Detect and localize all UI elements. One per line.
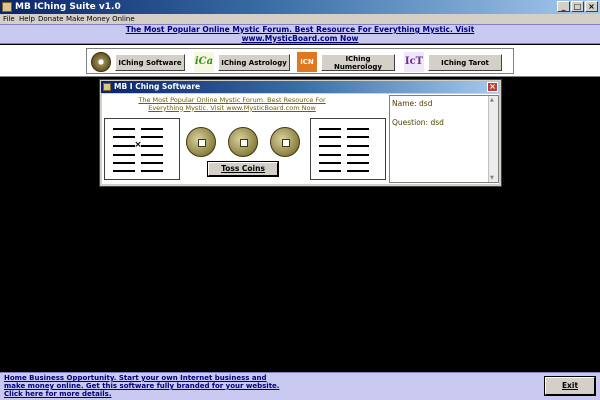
scroll-up-icon[interactable]: ▲ — [490, 97, 494, 103]
close-icon[interactable]: × — [585, 1, 598, 12]
dialog-forum-link[interactable]: The Most Popular Online Mystic Forum. Be… — [132, 96, 332, 112]
info-scrollbar[interactable]: ▲ ▼ — [488, 96, 498, 182]
menu-file[interactable]: File — [3, 14, 15, 24]
dialog-link-line-2: Everything Mystic. Visit www.MysticBoard… — [148, 103, 316, 112]
name-row: Name: dsd — [392, 99, 432, 108]
app-switcher: IChing Software iCa IChing Astrology ICN… — [86, 48, 514, 74]
dialog-body: The Most Popular Online Mystic Forum. Be… — [102, 94, 499, 184]
banner-line-2: www.MysticBoard.com Now — [241, 33, 359, 43]
coin-2 — [228, 127, 258, 157]
mysticboard-banner-link[interactable]: The Most Popular Online Mystic Forum. Be… — [120, 25, 480, 43]
coin-3 — [270, 127, 300, 157]
window-titlebar[interactable]: MB IChing Suite v1.0 _ □ × — [0, 0, 600, 14]
scroll-down-icon[interactable]: ▼ — [490, 175, 494, 181]
iching-software-dialog: MB I Ching Software × The Most Popular O… — [99, 79, 502, 187]
dialog-app-icon — [103, 83, 111, 91]
question-label: Question: — [392, 118, 429, 127]
iching-coin-icon[interactable] — [91, 52, 111, 72]
menu-donate[interactable]: Donate — [38, 14, 63, 24]
dialog-title: MB I Ching Software — [114, 82, 201, 91]
menu-help[interactable]: Help — [19, 14, 35, 24]
top-banner: The Most Popular Online Mystic Forum. Be… — [0, 24, 600, 44]
name-value: dsd — [419, 99, 433, 108]
dialog-titlebar[interactable]: MB I Ching Software × — [101, 81, 500, 93]
minimize-icon[interactable]: _ — [557, 1, 570, 12]
iching-astrology-button[interactable]: IChing Astrology — [218, 54, 290, 71]
coin-1 — [186, 127, 216, 157]
dialog-close-icon[interactable]: × — [487, 82, 498, 92]
promo-line-3: Click here for more details. — [4, 390, 112, 398]
business-opportunity-link[interactable]: Home Business Opportunity. Start your ow… — [4, 374, 294, 398]
window-title: MB IChing Suite v1.0 — [15, 2, 121, 12]
name-label: Name: — [392, 99, 417, 108]
promo-line-2: make money online. Get this software ful… — [4, 382, 280, 390]
iching-tarot-button[interactable]: IChing Tarot — [428, 54, 502, 71]
hexagram-primary: × — [104, 118, 180, 180]
exit-button[interactable]: Exit — [545, 377, 595, 395]
menu-make-money-online[interactable]: Make Money Online — [66, 14, 135, 24]
maximize-icon[interactable]: □ — [571, 1, 584, 12]
toss-coins-button[interactable]: Toss Coins — [208, 162, 278, 176]
hexagram-resulting — [310, 118, 386, 180]
promo-line-1: Home Business Opportunity. Start your ow… — [4, 374, 267, 382]
ict-logo-icon[interactable]: IcT — [404, 52, 424, 72]
iching-software-button[interactable]: IChing Software — [115, 54, 185, 71]
icn-logo-icon[interactable]: ICN — [297, 52, 317, 72]
reading-info-panel[interactable]: Name: dsd Question: dsd ▲ ▼ — [389, 95, 499, 183]
iching-numerology-button[interactable]: IChing Numerology — [321, 54, 395, 71]
ica-logo-icon[interactable]: iCa — [194, 52, 214, 72]
bottom-bar: Home Business Opportunity. Start your ow… — [0, 372, 600, 400]
app-icon — [2, 2, 12, 12]
menu-bar: File Help Donate Make Money Online — [0, 14, 600, 24]
question-value: dsd — [430, 118, 444, 127]
question-row: Question: dsd — [392, 118, 444, 127]
app-toolbar: IChing Software iCa IChing Astrology ICN… — [0, 45, 600, 77]
iching-numerology-label: IChing Numerology — [334, 54, 382, 71]
